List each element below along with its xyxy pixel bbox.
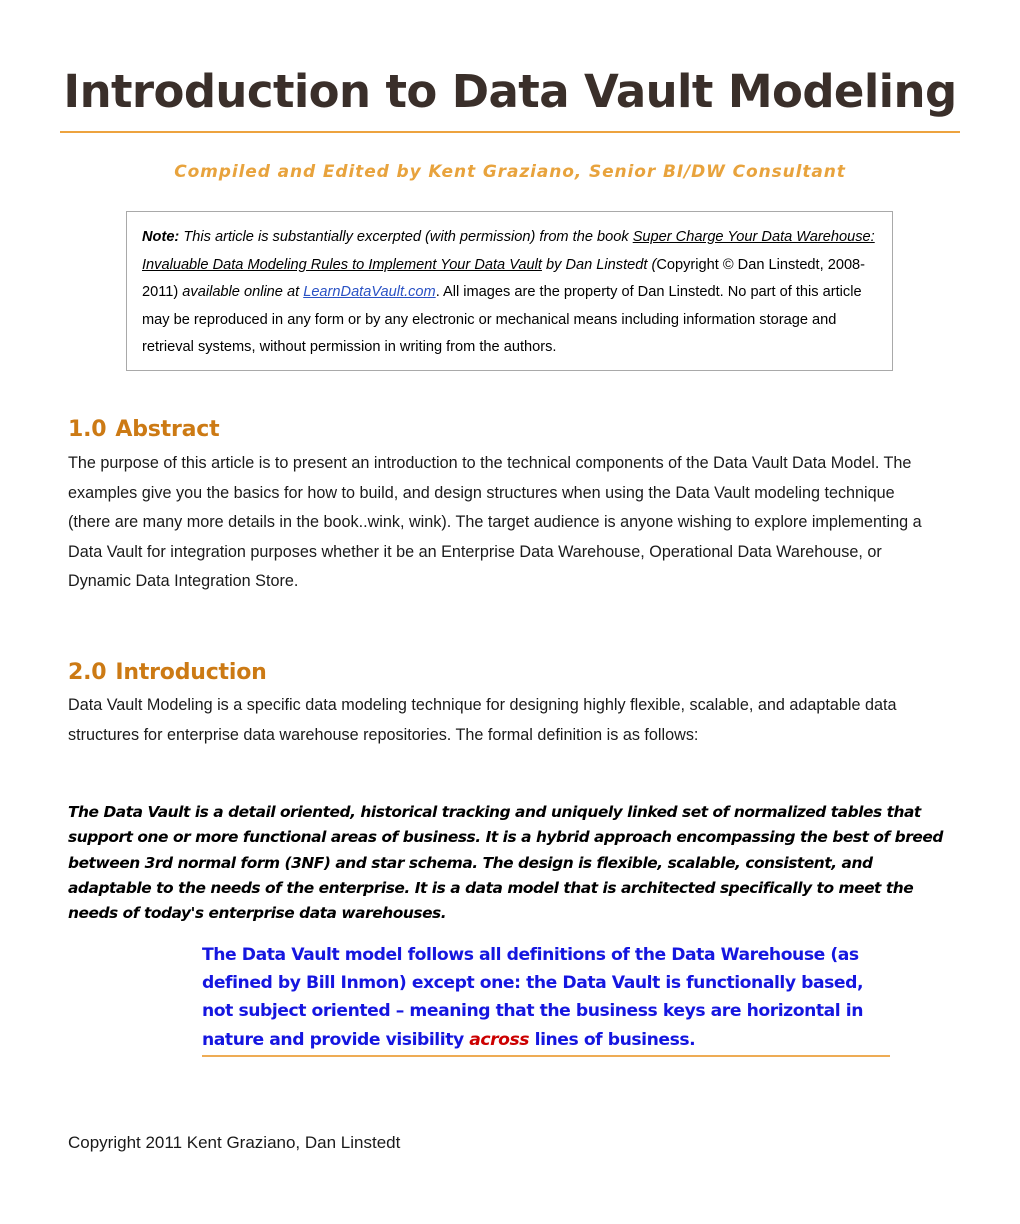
- title-divider: [60, 131, 960, 133]
- note-callout-box: Note: This article is substantially exce…: [126, 211, 893, 371]
- note-label: Note:: [142, 229, 180, 245]
- section-title-introduction: Introduction: [115, 660, 267, 685]
- note-text-segment-2: by Dan Linstedt (: [541, 256, 657, 273]
- blue-callout-block: The Data Vault model follows all definit…: [202, 941, 872, 1054]
- section-heading-abstract: 1.0 Abstract: [68, 416, 220, 444]
- callout-divider: [202, 1055, 890, 1057]
- section-number-introduction: 2.0: [68, 660, 107, 685]
- callout-text-part-2: lines of business.: [529, 1029, 696, 1050]
- document-page: Introduction to Data Vault Modeling Comp…: [0, 0, 1020, 1224]
- section-number-abstract: 1.0: [68, 417, 107, 442]
- callout-emphasis-across: across: [469, 1029, 530, 1050]
- document-subtitle: Compiled and Edited by Kent Graziano, Se…: [174, 162, 846, 182]
- data-vault-definition-paragraph: The Data Vault is a detail oriented, his…: [68, 803, 943, 923]
- learn-data-vault-link[interactable]: LearnDataVault.com: [303, 284, 436, 300]
- note-text-segment-1: This article is substantially excerpted …: [179, 229, 633, 245]
- section-title-abstract: Abstract: [115, 417, 220, 442]
- section-heading-introduction: 2.0 Introduction: [68, 659, 267, 687]
- page-title: Introduction to Data Vault Modeling: [63, 65, 957, 118]
- introduction-paragraph: Data Vault Modeling is a specific data m…: [68, 696, 897, 744]
- abstract-paragraph: The purpose of this article is to presen…: [68, 454, 922, 590]
- note-text-segment-3: available online at: [178, 284, 304, 300]
- copyright-footer: Copyright 2011 Kent Graziano, Dan Linste…: [68, 1133, 401, 1152]
- note-text: Note: This article is substantially exce…: [142, 224, 877, 362]
